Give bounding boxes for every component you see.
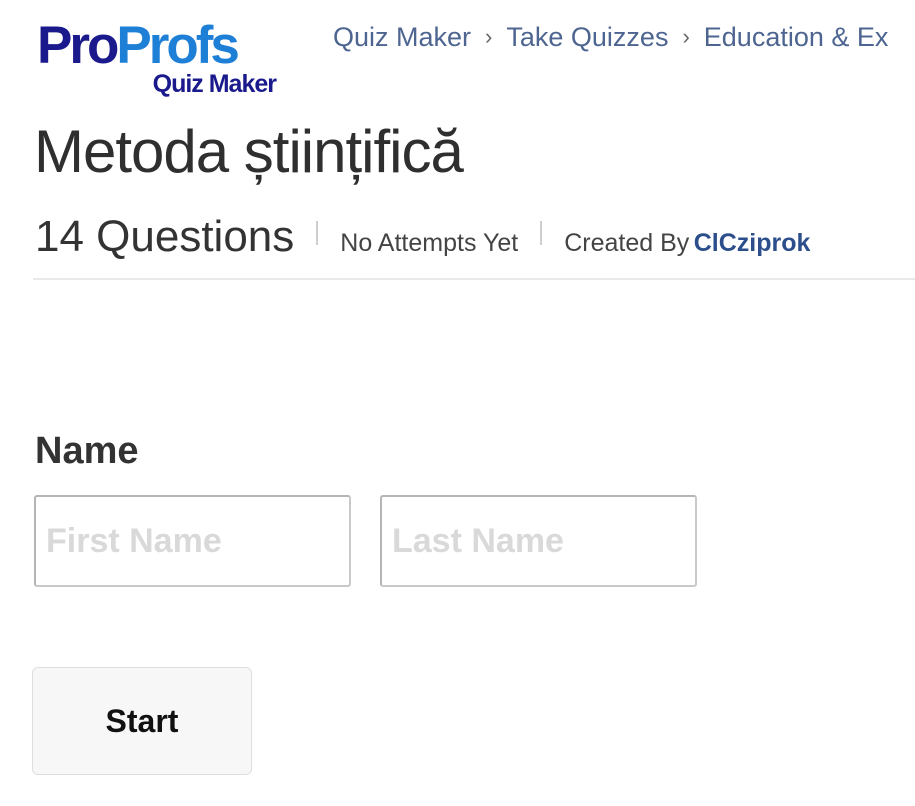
created-by-label: Created By <box>564 229 690 257</box>
logo-part-profs: Profs <box>116 16 239 75</box>
breadcrumb-quiz-maker[interactable]: Quiz Maker <box>333 22 471 52</box>
proprofs-logo[interactable]: ProProfs Quiz Maker <box>37 16 282 99</box>
breadcrumb: Quiz Maker › Take Quizzes › Education & Ex <box>333 22 888 53</box>
logo-part-pro: Pro <box>37 16 119 75</box>
author-link[interactable]: ClCziprok <box>694 229 811 257</box>
breadcrumb-take-quizzes[interactable]: Take Quizzes <box>506 22 668 52</box>
breadcrumb-education[interactable]: Education & Ex <box>704 22 889 52</box>
page-title: Metoda științifică <box>34 118 464 185</box>
attempts-status: No Attempts Yet <box>340 229 519 257</box>
question-count: 14 Questions <box>35 212 295 261</box>
quiz-meta: 14 Questions No Attempts Yet Created By Cl… <box>35 212 810 262</box>
chevron-right-icon: › <box>682 24 690 49</box>
name-label: Name <box>35 430 139 472</box>
first-name-input[interactable] <box>34 495 351 587</box>
logo-wordmark: ProProfs <box>37 16 240 75</box>
meta-divider <box>316 221 319 245</box>
logo-subtitle: Quiz Maker <box>152 70 277 98</box>
header-divider <box>33 278 915 280</box>
meta-divider <box>540 221 543 245</box>
chevron-right-icon: › <box>485 24 493 49</box>
start-button[interactable]: Start <box>32 667 252 775</box>
last-name-input[interactable] <box>380 495 697 587</box>
